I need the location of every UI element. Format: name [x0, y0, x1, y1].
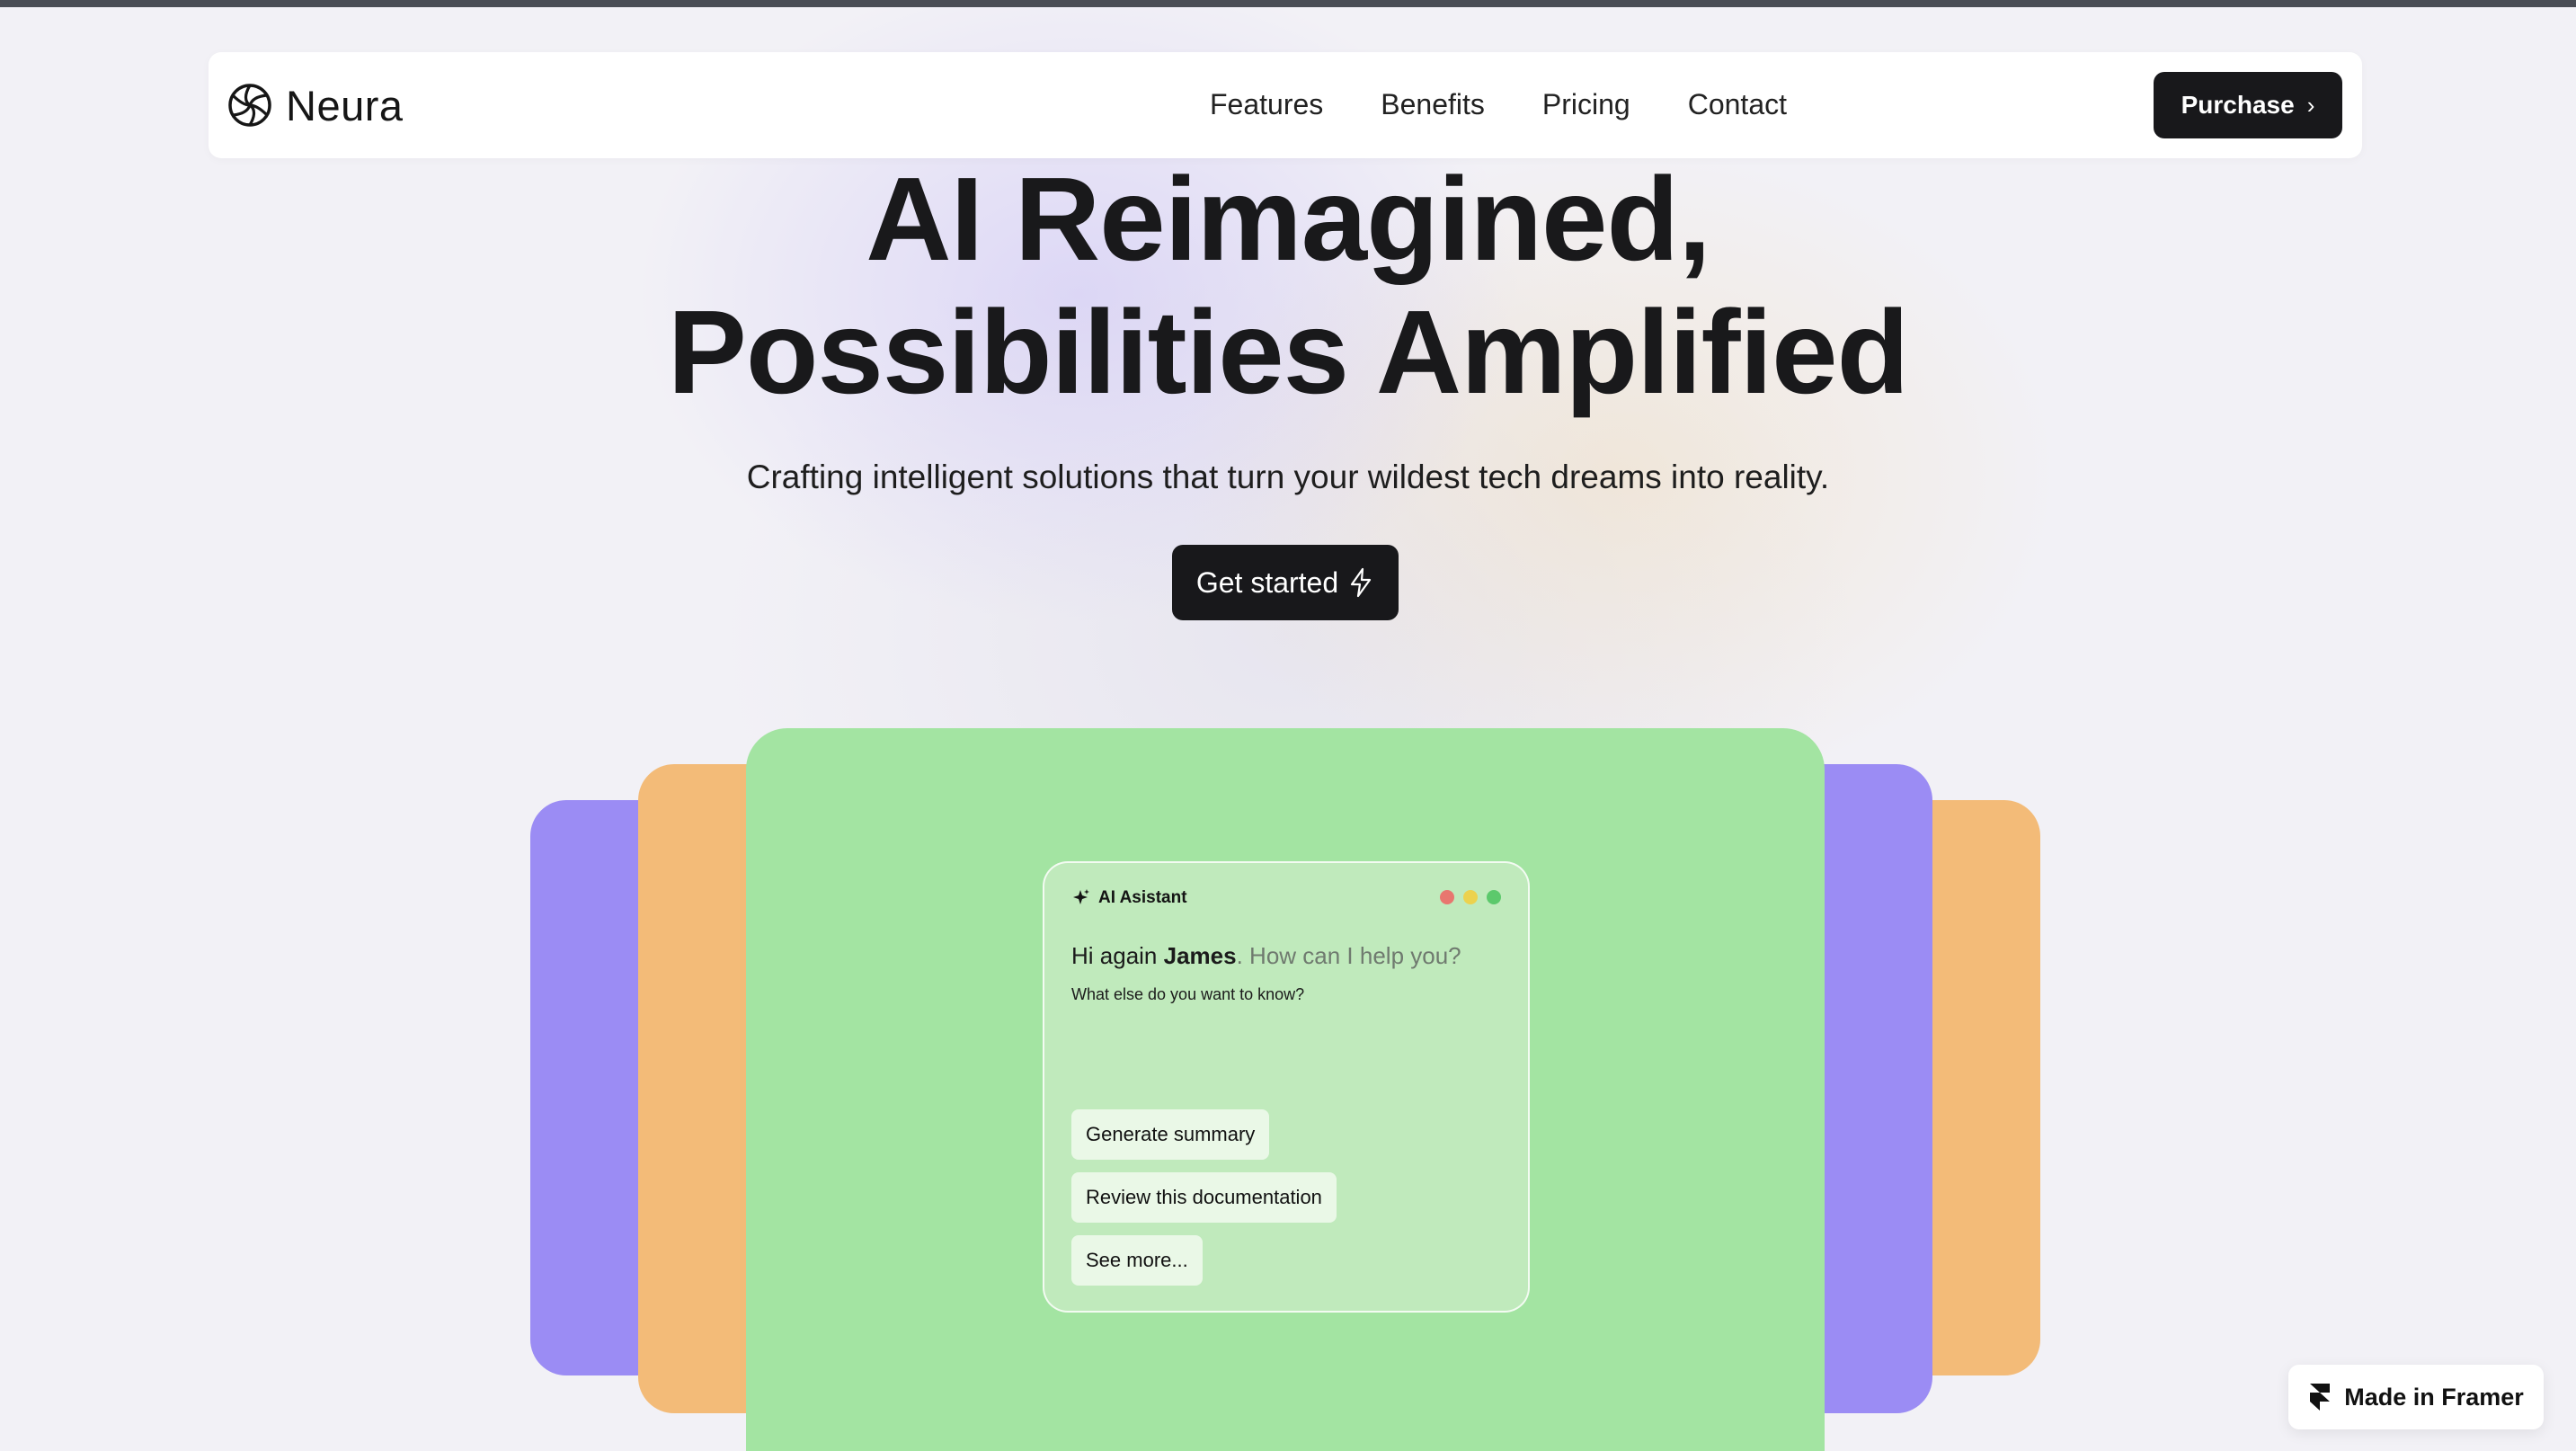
- lightning-icon: [1351, 567, 1372, 598]
- hero-title-line1: AI Reimagined,: [866, 153, 1711, 285]
- assistant-greeting: Hi again James. How can I help you?: [1071, 942, 1461, 970]
- greeting-prefix: Hi again: [1071, 942, 1164, 969]
- purchase-button[interactable]: Purchase ›: [2154, 72, 2342, 138]
- sparkle-icon: [1073, 889, 1089, 904]
- get-started-label: Get started: [1195, 565, 1339, 599]
- nav-links: Features Benefits Pricing Contact: [1210, 83, 1787, 126]
- maximize-dot[interactable]: [1487, 890, 1501, 904]
- brand-logo[interactable]: Neura: [227, 79, 404, 131]
- framer-badge-label: Made in Framer: [2344, 1383, 2524, 1411]
- nav-link-pricing[interactable]: Pricing: [1542, 83, 1630, 126]
- get-started-button[interactable]: Get started: [1172, 545, 1399, 620]
- window-controls: [1431, 890, 1501, 904]
- hero-title-line2: Possibilities Amplified: [667, 286, 1909, 418]
- chip-review-documentation[interactable]: Review this documentation: [1071, 1172, 1337, 1223]
- assistant-question: What else do you want to know?: [1071, 985, 1305, 1003]
- framer-icon: [2310, 1384, 2331, 1411]
- hero-title: AI Reimagined, Possibilities Amplified: [0, 153, 2576, 419]
- chip-generate-summary[interactable]: Generate summary: [1071, 1109, 1270, 1160]
- hero-subtitle: Crafting intelligent solutions that turn…: [746, 458, 1830, 495]
- aperture-icon: [228, 84, 271, 127]
- nav-link-features[interactable]: Features: [1210, 83, 1323, 126]
- navbar: Neura Features Benefits Pricing Contact …: [209, 52, 2362, 158]
- assistant-title: AI Asistant: [1098, 888, 1187, 907]
- chevron-right-icon: ›: [2306, 91, 2315, 119]
- chip-see-more[interactable]: See more...: [1071, 1235, 1203, 1286]
- close-dot[interactable]: [1440, 890, 1454, 904]
- minimize-dot[interactable]: [1463, 890, 1478, 904]
- assistant-header: AI Asistant: [1071, 888, 1187, 908]
- made-in-framer-badge[interactable]: Made in Framer: [2288, 1365, 2544, 1429]
- ai-assistant-panel: AI Asistant Hi again James. How can I he…: [1043, 861, 1530, 1313]
- brand-name: Neura: [286, 81, 404, 129]
- purchase-label: Purchase: [2181, 91, 2295, 119]
- greeting-name: James: [1163, 942, 1237, 969]
- nav-link-benefits[interactable]: Benefits: [1381, 83, 1485, 126]
- greeting-suffix: . How can I help you?: [1236, 942, 1461, 969]
- window-top-bar: [0, 0, 2576, 7]
- nav-link-contact[interactable]: Contact: [1688, 83, 1787, 126]
